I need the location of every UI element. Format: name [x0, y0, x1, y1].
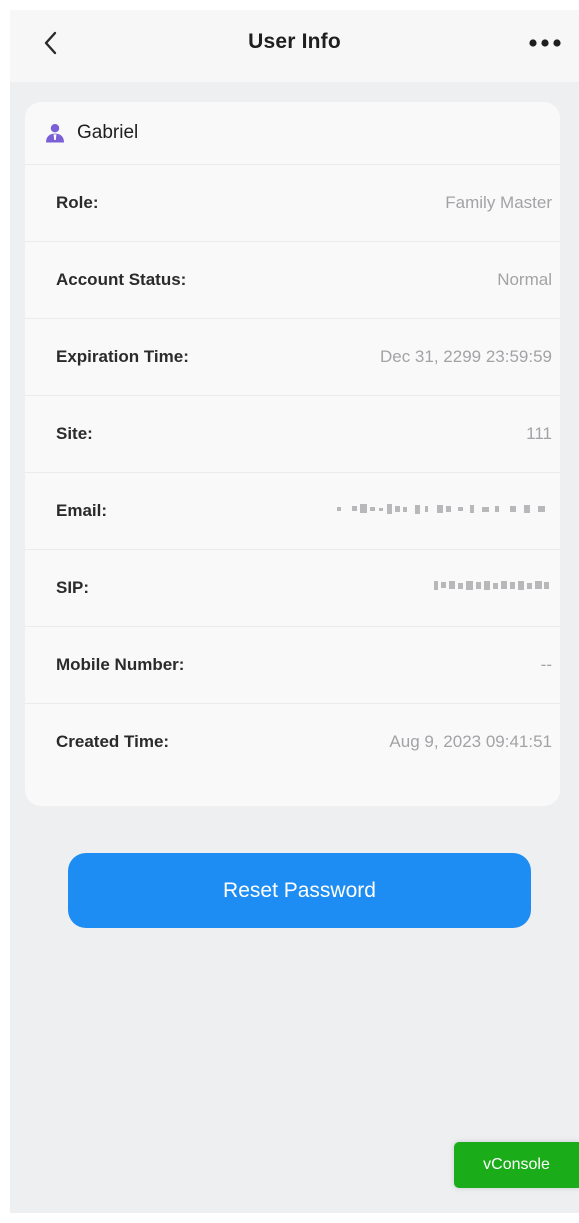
vconsole-button[interactable]: vConsole [454, 1142, 579, 1188]
role-value: Family Master [445, 193, 552, 212]
created-time-value: Aug 9, 2023 09:41:51 [389, 732, 552, 751]
more-button[interactable] [525, 28, 565, 58]
user-header: Gabriel [25, 102, 560, 164]
detail-row-account-status: Account Status: Normal [25, 241, 560, 318]
sip-value-redacted [432, 578, 552, 598]
user-name: Gabriel [77, 122, 139, 143]
detail-row-email: Email: [25, 472, 560, 549]
site-value: 111 [526, 424, 552, 443]
created-time-label: Created Time: [56, 732, 170, 751]
expiration-time-value: Dec 31, 2299 23:59:59 [379, 347, 552, 366]
sip-label: SIP: [56, 578, 90, 597]
detail-row-created-time: Created Time: Aug 9, 2023 09:41:51 [25, 703, 560, 780]
expiration-time-label: Expiration Time: [56, 347, 189, 366]
detail-row-sip: SIP: [25, 549, 560, 626]
detail-row-role: Role: Family Master [25, 164, 560, 241]
user-info-screen: User Info Gabriel Role: Family Master Ac… [10, 10, 579, 1213]
detail-row-mobile-number: Mobile Number: -- [25, 626, 560, 703]
email-value-redacted [332, 501, 552, 521]
detail-row-expiration-time: Expiration Time: Dec 31, 2299 23:59:59 [25, 318, 560, 395]
mobile-number-label: Mobile Number: [56, 655, 185, 674]
role-label: Role: [56, 193, 99, 212]
more-horizontal-icon [529, 39, 561, 47]
reset-password-button[interactable]: Reset Password [68, 853, 531, 928]
header-bar: User Info [10, 10, 579, 82]
user-icon [44, 122, 66, 144]
redacted-email-graphic [337, 504, 545, 514]
email-label: Email: [56, 501, 108, 520]
account-status-label: Account Status: [56, 270, 187, 289]
redacted-sip-graphic [434, 581, 549, 590]
user-info-card: Gabriel Role: Family Master Account Stat… [25, 102, 560, 806]
site-label: Site: [56, 424, 93, 443]
page-title: User Info [248, 30, 341, 53]
user-details-list: Role: Family Master Account Status: Norm… [25, 164, 560, 780]
account-status-value: Normal [497, 270, 552, 289]
detail-row-site: Site: 111 [25, 395, 560, 472]
mobile-number-value: -- [540, 655, 552, 674]
